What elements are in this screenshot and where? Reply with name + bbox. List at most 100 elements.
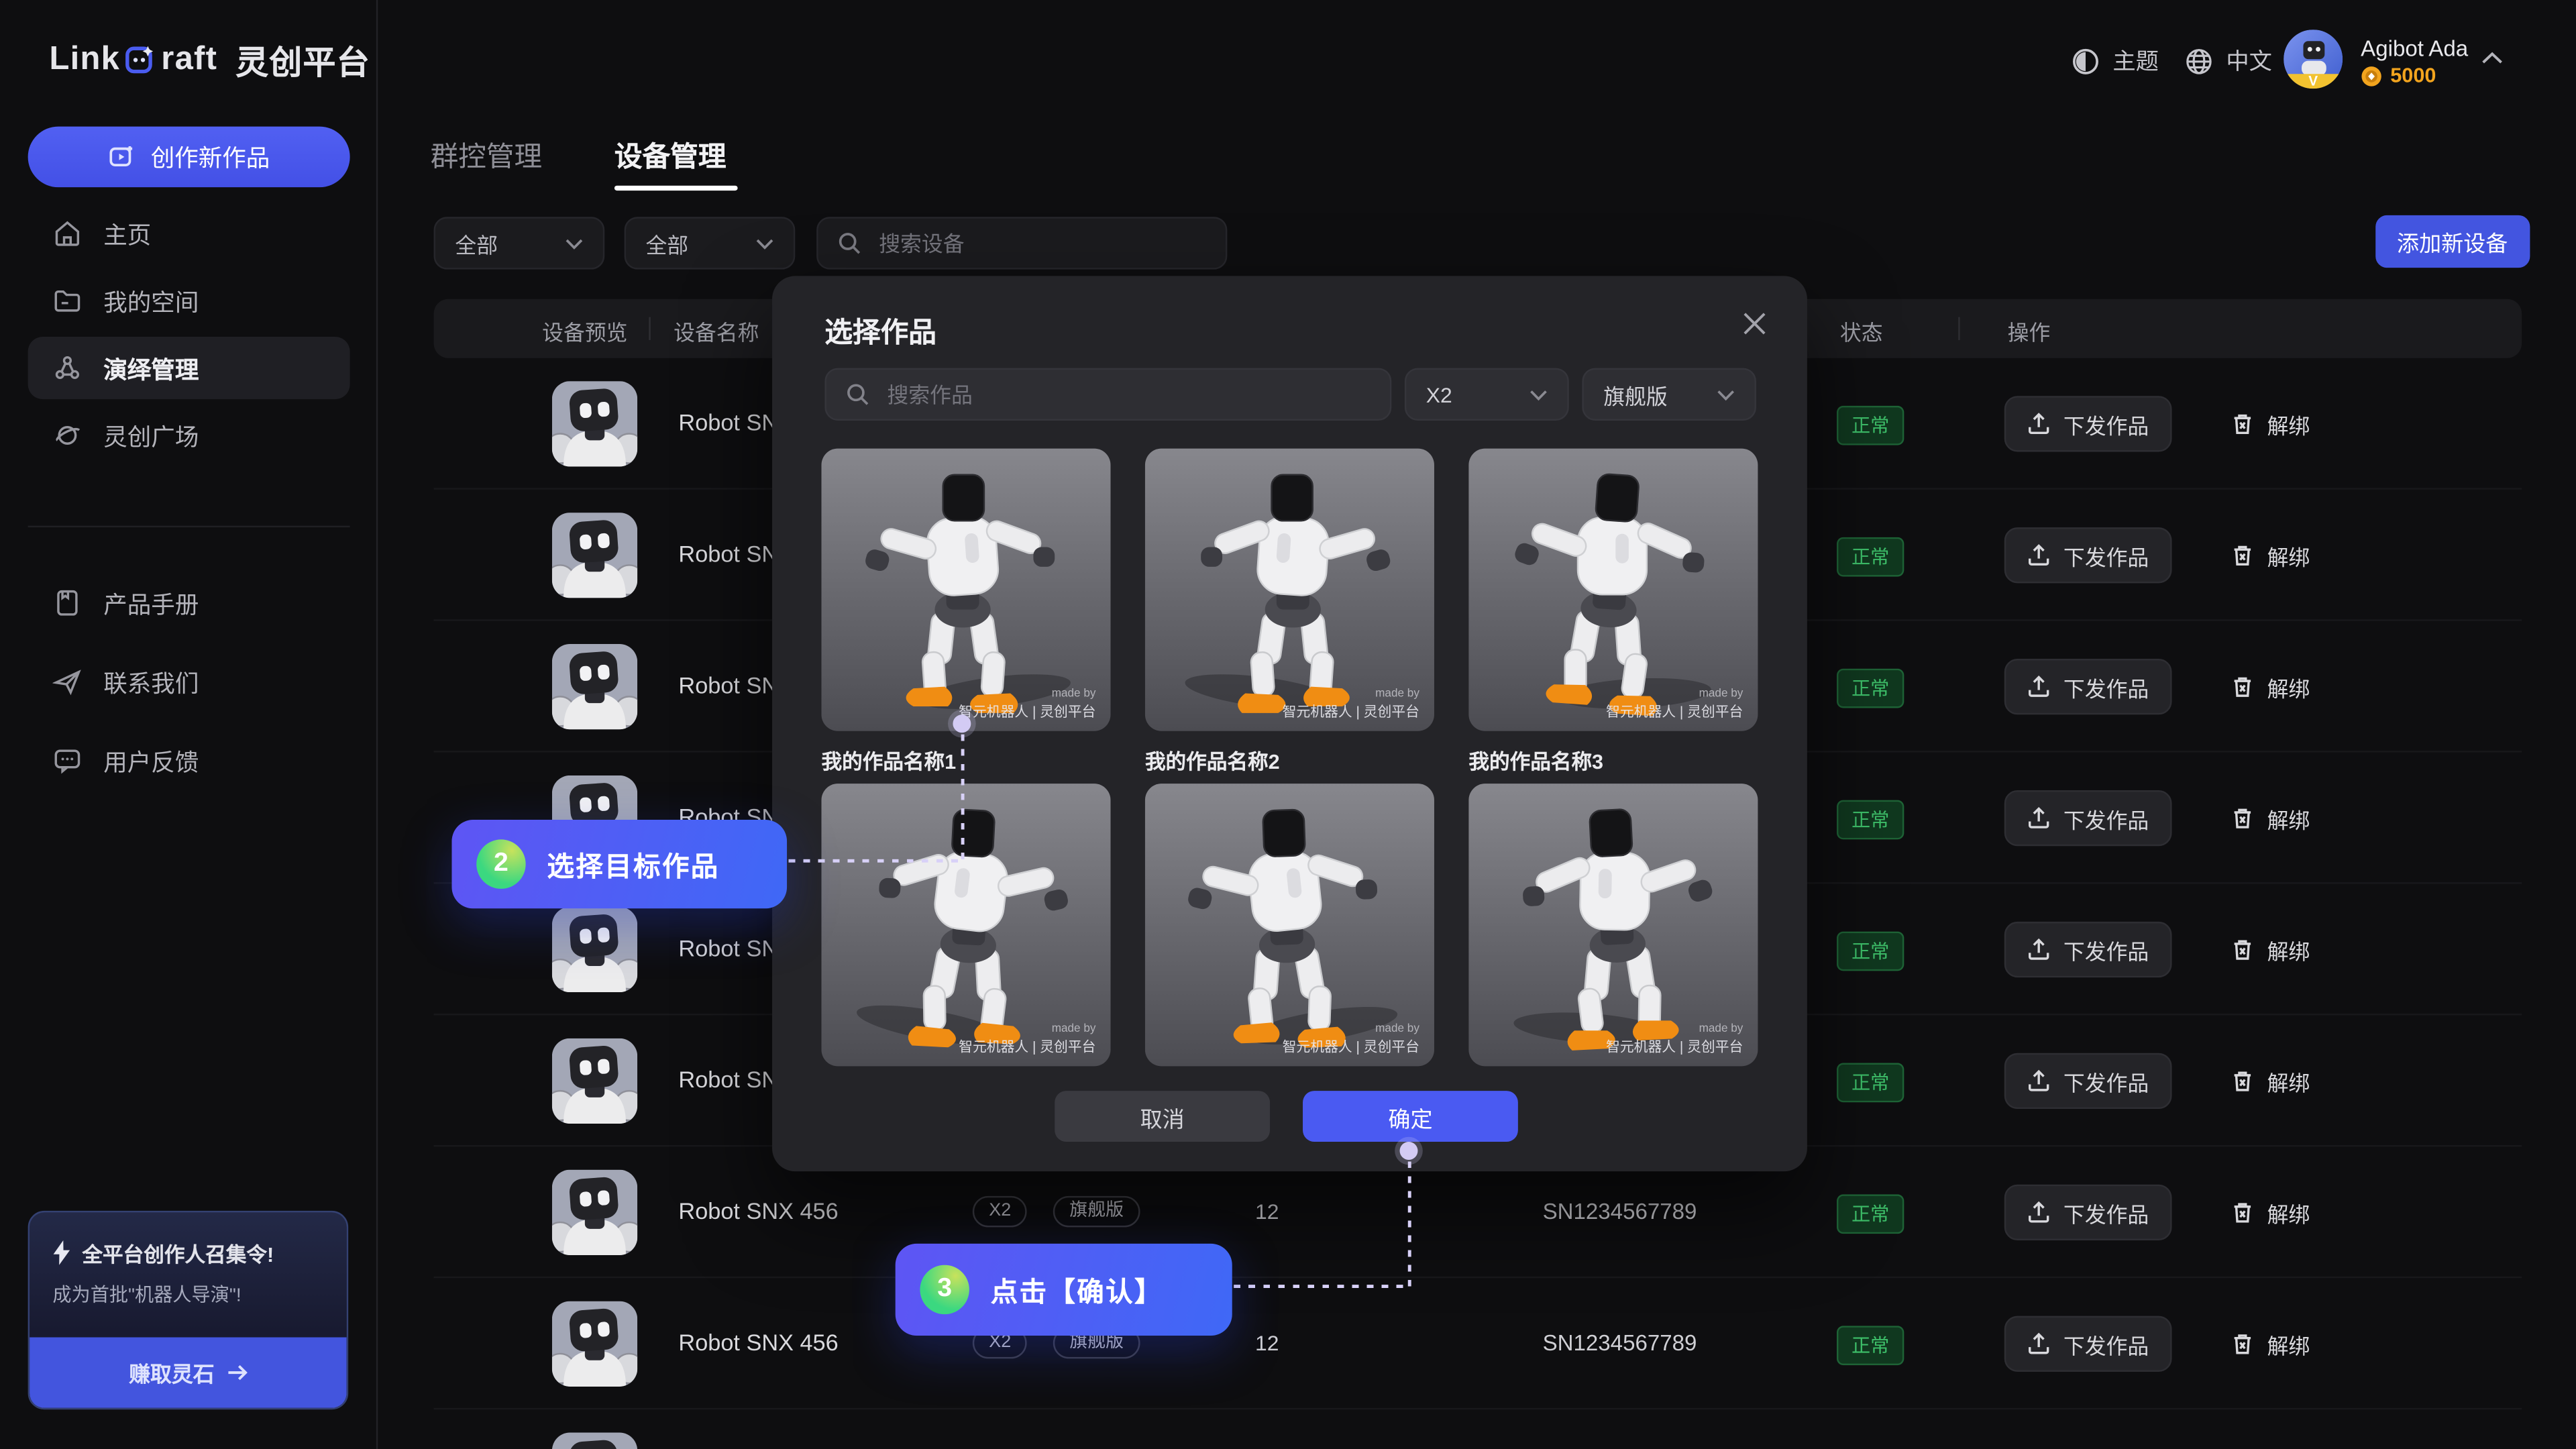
work-thumbnail: made by 智元机器人 | 灵创平台 bbox=[1145, 449, 1434, 731]
work-search bbox=[824, 368, 1391, 421]
earn-gems-button[interactable]: 赚取灵石 bbox=[30, 1337, 347, 1407]
device-model-pill: X2 bbox=[973, 1196, 1028, 1228]
deploy-work-button[interactable]: 下发作品 bbox=[2004, 659, 2172, 714]
work-thumbnail: made by 智元机器人 | 灵创平台 bbox=[821, 449, 1110, 731]
table-row: Robot SNX 456 X2 旗舰版 12 SN1234567789 正常 … bbox=[434, 1278, 2522, 1409]
device-thumbnail bbox=[552, 907, 637, 992]
promo-subtitle: 成为首批"机器人导演"! bbox=[52, 1281, 346, 1307]
connector-dot-confirm bbox=[1400, 1142, 1418, 1160]
device-serial: SN1234567789 bbox=[1543, 1331, 1697, 1356]
version-filter-select[interactable]: 旗舰版 bbox=[1582, 368, 1756, 421]
trash-icon bbox=[2231, 1201, 2254, 1224]
app-window: Link raft 灵创平台 创作新作品 主页 我的空间 演绎管理 bbox=[0, 0, 2576, 1449]
work-title: 我的作品名称1 bbox=[821, 744, 1110, 775]
status-badge: 正常 bbox=[1837, 932, 1904, 971]
device-thumbnail bbox=[552, 644, 637, 729]
deploy-work-button[interactable]: 下发作品 bbox=[2004, 922, 2172, 977]
connector-line bbox=[789, 859, 965, 863]
status-badge: 正常 bbox=[1837, 800, 1904, 840]
watermark: made by 智元机器人 | 灵创平台 bbox=[1606, 1022, 1743, 1056]
unbind-button[interactable]: 解绑 bbox=[2221, 1185, 2320, 1240]
deploy-work-button[interactable]: 下发作品 bbox=[2004, 1053, 2172, 1109]
device-name: Robot SNX 456 bbox=[678, 1197, 838, 1224]
close-icon[interactable] bbox=[1741, 311, 1774, 343]
sidebar: Link raft 灵创平台 创作新作品 主页 我的空间 演绎管理 bbox=[0, 0, 378, 1449]
unbind-button[interactable]: 解绑 bbox=[2221, 659, 2320, 714]
upload-icon bbox=[2027, 938, 2050, 961]
work-card[interactable]: made by 智元机器人 | 灵创平台 bbox=[821, 784, 1110, 1066]
work-card[interactable]: made by 智元机器人 | 灵创平台 bbox=[1145, 784, 1434, 1066]
sidebar-item-home[interactable]: 主页 bbox=[28, 202, 350, 264]
trash-icon bbox=[2231, 1332, 2254, 1355]
promo-card: 全平台创作人召集令! 成为首批"机器人导演"! 赚取灵石 bbox=[28, 1211, 349, 1409]
work-card[interactable]: made by 智元机器人 | 灵创平台 bbox=[1468, 784, 1758, 1066]
watermark: made by 智元机器人 | 灵创平台 bbox=[1283, 1022, 1419, 1056]
cancel-button[interactable]: 取消 bbox=[1055, 1091, 1270, 1142]
sidebar-item-my-space[interactable]: 我的空间 bbox=[28, 270, 350, 332]
unbind-button[interactable]: 解绑 bbox=[2221, 396, 2320, 451]
trash-icon bbox=[2231, 806, 2254, 829]
trash-icon bbox=[2231, 676, 2254, 698]
deploy-work-button[interactable]: 下发作品 bbox=[2004, 790, 2172, 846]
work-card[interactable]: made by 智元机器人 | 灵创平台 我的作品名称3 bbox=[1468, 449, 1758, 775]
deploy-work-button[interactable]: 下发作品 bbox=[2004, 527, 2172, 583]
search-icon bbox=[846, 383, 869, 406]
work-card[interactable]: made by 智元机器人 | 灵创平台 我的作品名称2 bbox=[1145, 449, 1434, 775]
step-label: 点击【确认】 bbox=[991, 1270, 1163, 1309]
chat-bubble-icon bbox=[52, 746, 82, 775]
deploy-work-button[interactable]: 下发作品 bbox=[2004, 396, 2172, 451]
deploy-work-button[interactable]: 下发作品 bbox=[2004, 1316, 2172, 1372]
device-name: Robot SNX 456 bbox=[678, 1329, 838, 1355]
trash-icon bbox=[2231, 938, 2254, 961]
sidebar-item-contact-us[interactable]: 联系我们 bbox=[28, 651, 350, 713]
video-plus-icon bbox=[108, 143, 136, 171]
unbind-button[interactable]: 解绑 bbox=[2221, 1053, 2320, 1109]
home-icon bbox=[52, 219, 82, 248]
status-badge: 正常 bbox=[1837, 1326, 1904, 1365]
work-search-input[interactable] bbox=[884, 380, 1371, 409]
status-badge: 正常 bbox=[1837, 1194, 1904, 1234]
chevron-down-icon bbox=[1717, 388, 1735, 400]
chevron-down-icon bbox=[1529, 388, 1548, 400]
device-thumbnail bbox=[552, 1038, 637, 1124]
sidebar-divider bbox=[28, 526, 350, 527]
sidebar-item-product-manual[interactable]: 产品手册 bbox=[28, 572, 350, 634]
sidebar-item-user-feedback[interactable]: 用户反馈 bbox=[28, 729, 350, 792]
connector-line bbox=[1408, 1161, 1411, 1288]
create-new-work-button[interactable]: 创作新作品 bbox=[28, 127, 350, 188]
step-label: 选择目标作品 bbox=[547, 845, 720, 884]
select-work-modal: 选择作品 X2 旗舰版 made by 智元机器人 | 灵创平台 我的作品名称1 bbox=[772, 276, 1807, 1171]
nodes-icon bbox=[52, 354, 82, 383]
device-thumbnail bbox=[552, 513, 637, 598]
deploy-work-button[interactable]: 下发作品 bbox=[2004, 1185, 2172, 1240]
sidebar-item-performance-management[interactable]: 演绎管理 bbox=[28, 337, 350, 399]
brand-logo: Link raft 灵创平台 bbox=[49, 36, 370, 84]
work-thumbnail: made by 智元机器人 | 灵创平台 bbox=[1468, 784, 1758, 1066]
upload-icon bbox=[2027, 1069, 2050, 1092]
table-row bbox=[434, 1409, 2522, 1449]
confirm-button[interactable]: 确定 bbox=[1303, 1091, 1518, 1142]
unbind-button[interactable]: 解绑 bbox=[2221, 1316, 2320, 1372]
step-number: 2 bbox=[476, 839, 525, 888]
watermark: made by 智元机器人 | 灵创平台 bbox=[959, 1022, 1095, 1056]
logo-text-prefix: Link bbox=[49, 41, 120, 78]
device-count: 12 bbox=[1255, 1199, 1279, 1224]
device-thumbnail bbox=[552, 1433, 637, 1449]
logo-text-cn: 灵创平台 bbox=[235, 36, 370, 84]
lightning-icon bbox=[52, 1240, 70, 1265]
unbind-button[interactable]: 解绑 bbox=[2221, 527, 2320, 583]
connector-line bbox=[1234, 1285, 1409, 1288]
sidebar-item-plaza[interactable]: 灵创广场 bbox=[28, 404, 350, 466]
status-badge: 正常 bbox=[1837, 537, 1904, 577]
upload-icon bbox=[2027, 676, 2050, 698]
unbind-button[interactable]: 解绑 bbox=[2221, 790, 2320, 846]
unbind-button[interactable]: 解绑 bbox=[2221, 922, 2320, 977]
folder-icon bbox=[52, 286, 82, 315]
trash-icon bbox=[2231, 544, 2254, 567]
paper-plane-icon bbox=[52, 667, 82, 696]
model-filter-select[interactable]: X2 bbox=[1405, 368, 1569, 421]
upload-icon bbox=[2027, 544, 2050, 567]
work-thumbnail: made by 智元机器人 | 灵创平台 bbox=[1145, 784, 1434, 1066]
upload-icon bbox=[2027, 413, 2050, 435]
upload-icon bbox=[2027, 1201, 2050, 1224]
